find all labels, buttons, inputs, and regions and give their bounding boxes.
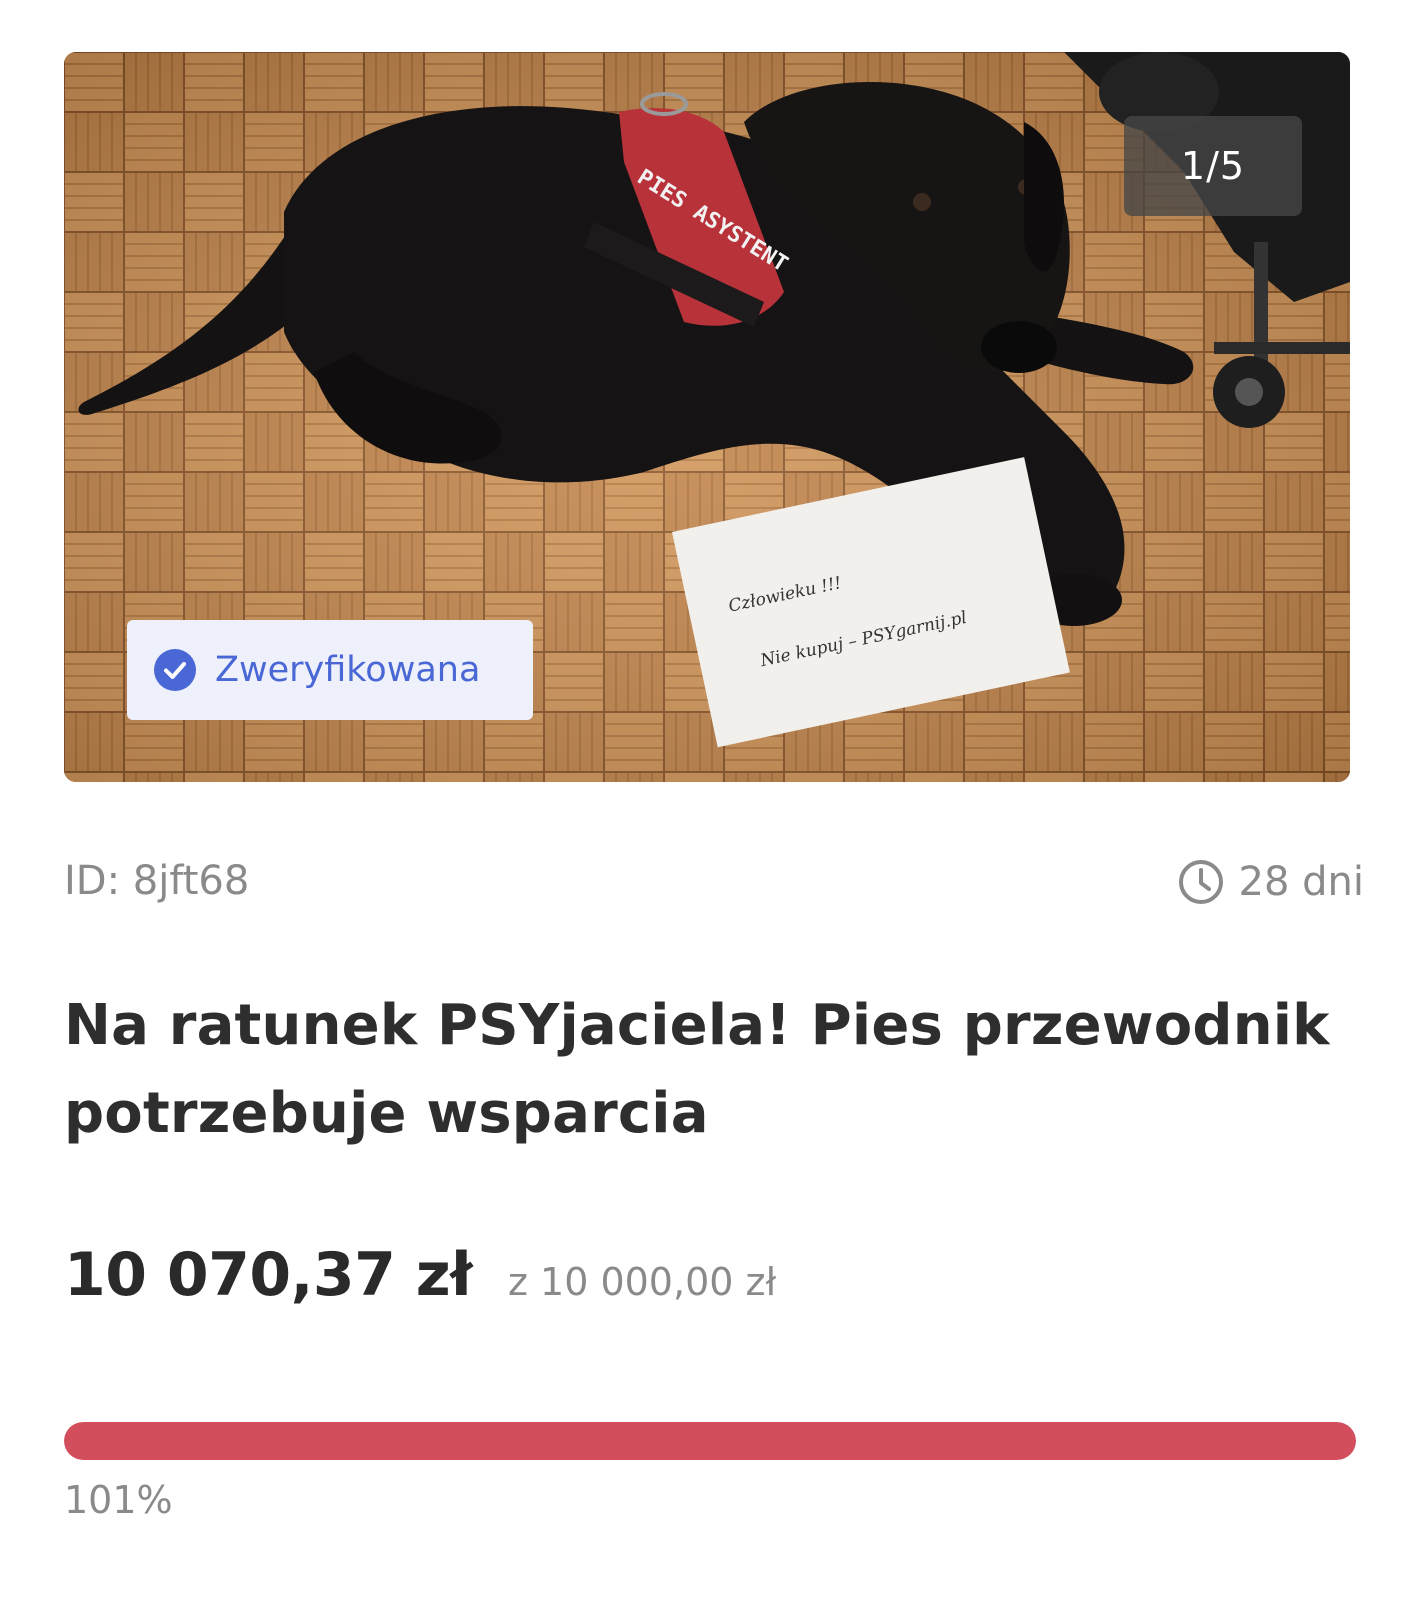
- amounts: 10 070,37 zł z 10 000,00 zł: [64, 1240, 776, 1310]
- time-left-label: 28 dni: [1238, 859, 1364, 905]
- image-counter: 1/5: [1124, 116, 1302, 216]
- progress-bar: [64, 1422, 1356, 1460]
- meta-row: ID: 8jft68 28 dni: [64, 858, 1364, 918]
- clock-icon: [1178, 860, 1223, 904]
- check-circle-icon: [154, 649, 196, 691]
- campaign-id: ID: 8jft68: [64, 858, 250, 904]
- time-left: 28 dni: [1177, 858, 1364, 906]
- campaign-title: Na ratunek PSYjaciela! Pies przewodnik p…: [64, 993, 1330, 1146]
- verified-label: Zweryfikowana: [215, 650, 481, 690]
- goal-amount: z 10 000,00 zł: [508, 1260, 777, 1304]
- image-gallery[interactable]: PIES ASYSTENT Człowieku !!! Nie kupuj – …: [64, 52, 1350, 782]
- progress-fill: [64, 1422, 1356, 1460]
- verified-badge: Zweryfikowana: [127, 620, 533, 720]
- raised-amount: 10 070,37 zł: [64, 1240, 473, 1310]
- progress-percent: 101%: [64, 1478, 173, 1522]
